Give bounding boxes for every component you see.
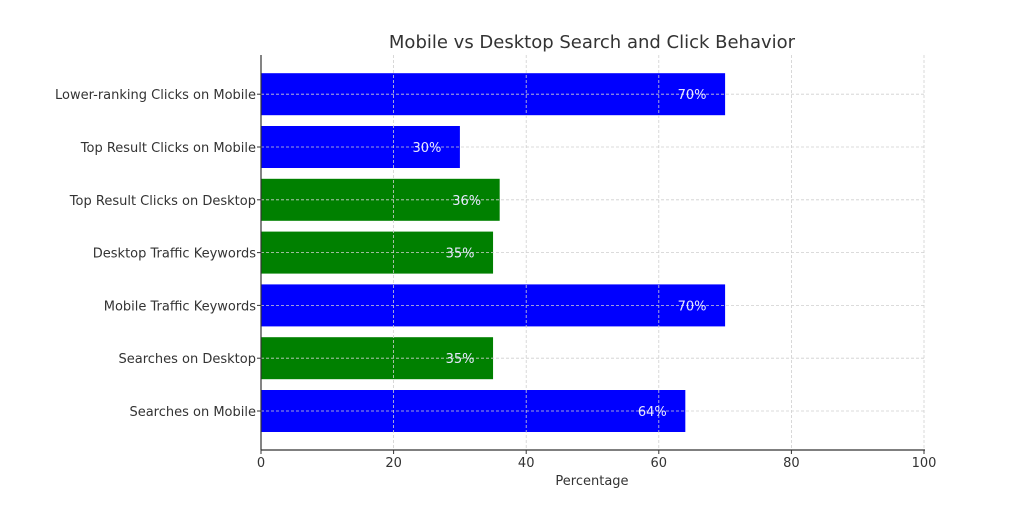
y-category-label: Top Result Clicks on Mobile: [80, 141, 256, 156]
bar-value-label: 64%: [638, 405, 667, 420]
y-category-label: Mobile Traffic Keywords: [104, 299, 256, 314]
y-category-label: Searches on Mobile: [129, 405, 256, 420]
bar-chart: Mobile vs Desktop Search and Click Behav…: [55, 32, 937, 489]
bar-value-label: 35%: [446, 247, 475, 262]
x-axis-label: Percentage: [555, 474, 628, 489]
y-category-label: Searches on Desktop: [118, 352, 256, 367]
x-tick-label: 60: [651, 456, 668, 471]
chart-title: Mobile vs Desktop Search and Click Behav…: [389, 32, 796, 53]
x-ticks-group: 0 20 40 60 80 100: [257, 450, 937, 471]
bar-value-label: 35%: [446, 352, 475, 367]
y-categories-group: Searches on Mobile Searches on Desktop Mob…: [55, 88, 261, 420]
y-category-label: Top Result Clicks on Desktop: [69, 194, 256, 209]
bar-value-label: 70%: [678, 299, 707, 314]
bar-value-label: 30%: [412, 141, 441, 156]
bar-value-label: 36%: [452, 194, 481, 209]
x-tick-label: 100: [912, 456, 937, 471]
y-category-label: Desktop Traffic Keywords: [93, 247, 256, 262]
y-category-label: Lower-ranking Clicks on Mobile: [55, 88, 256, 103]
x-tick-label: 80: [783, 456, 800, 471]
x-tick-label: 20: [385, 456, 402, 471]
bar-value-label: 70%: [678, 88, 707, 103]
x-tick-label: 40: [518, 456, 535, 471]
x-tick-label: 0: [257, 456, 265, 471]
